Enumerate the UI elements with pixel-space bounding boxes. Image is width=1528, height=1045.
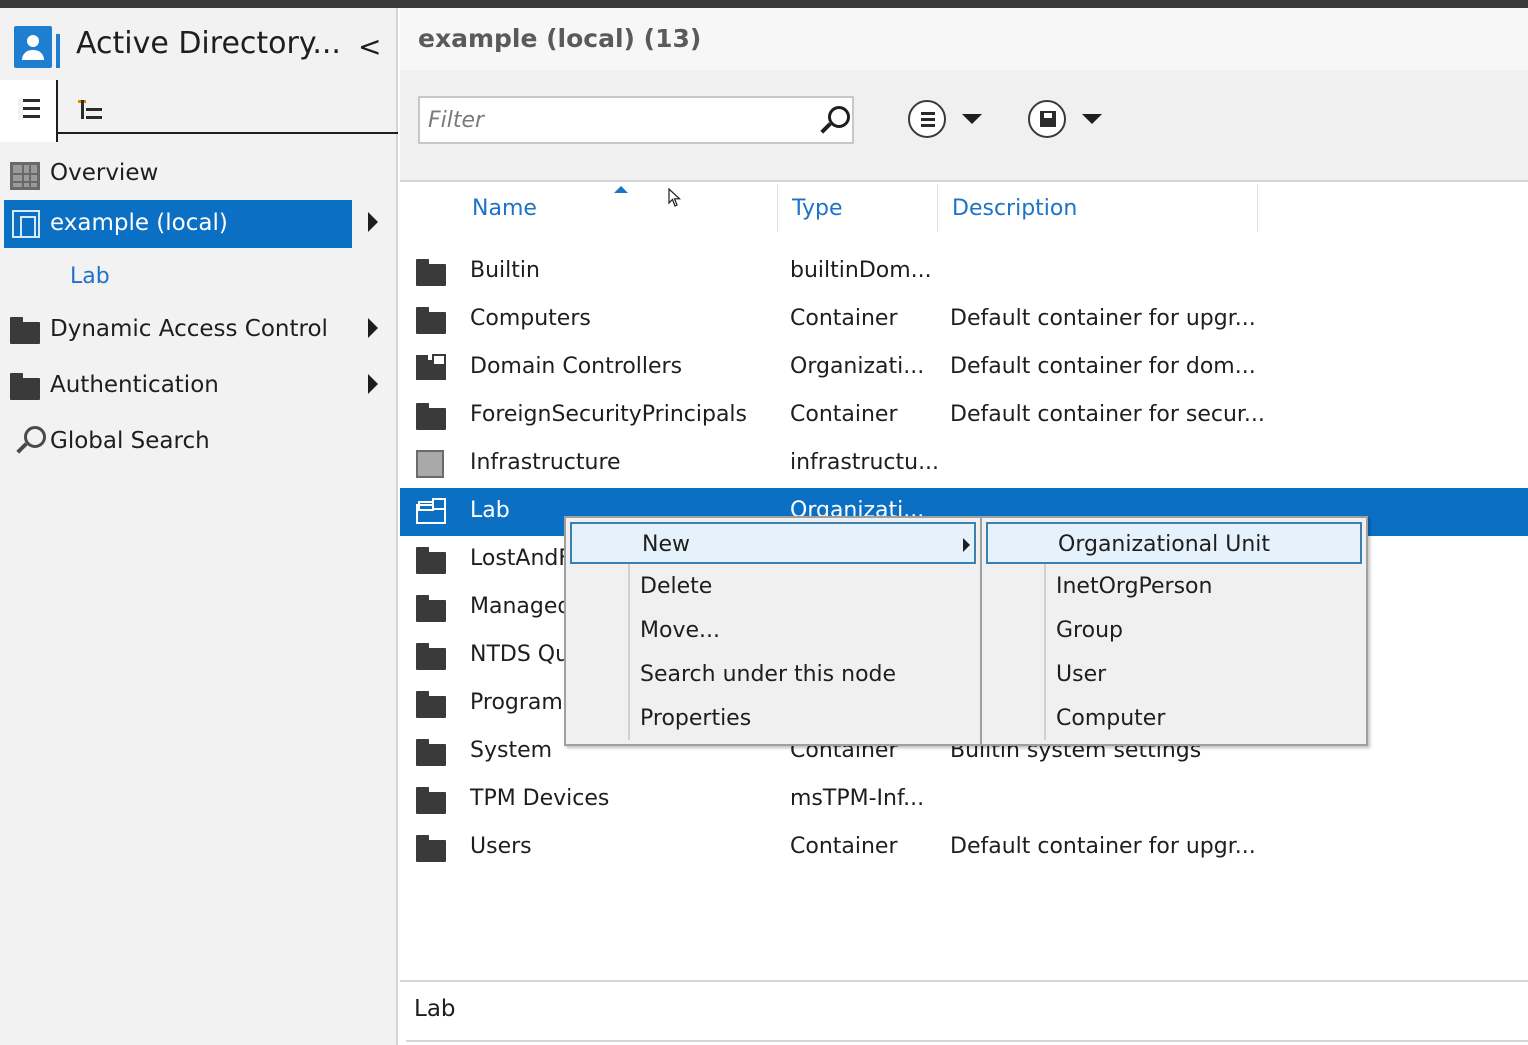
folder-icon [416, 739, 446, 766]
menu-item-move[interactable]: Move... [570, 610, 976, 652]
expand-arrow-icon[interactable] [368, 374, 378, 394]
column-headers: Name Type Description [400, 184, 1528, 240]
folder-icon [10, 373, 40, 400]
list-view-button[interactable] [0, 80, 58, 142]
collapse-nav-button[interactable]: < [358, 30, 381, 63]
save-query-button[interactable] [1028, 100, 1066, 138]
table-row[interactable]: Infrastructure infrastructu... [400, 440, 1528, 488]
new-submenu: Organizational Unit InetOrgPerson Group … [980, 516, 1368, 746]
list-view-icon [18, 98, 40, 120]
menu-item-search-under-node[interactable]: Search under this node [570, 654, 976, 696]
filter-input[interactable] [420, 98, 810, 142]
view-options-button[interactable] [908, 100, 946, 138]
folder-icon [10, 317, 40, 344]
mouse-cursor-icon [668, 188, 682, 208]
status-selected-item: Lab [414, 996, 456, 1022]
chevron-down-icon[interactable] [962, 114, 982, 124]
domain-icon [12, 210, 40, 238]
nav-item-label: example (local) [50, 210, 228, 236]
expand-arrow-icon[interactable] [368, 212, 378, 232]
ou-icon [416, 354, 446, 380]
nav-item-label: Authentication [50, 372, 219, 398]
save-icon [1040, 111, 1056, 127]
table-row[interactable]: Builtin builtinDom... [400, 248, 1528, 296]
navigation-pane: Active Directory... < Overview example (… [0, 8, 398, 1045]
nav-item-label: Global Search [50, 428, 210, 454]
chevron-down-icon[interactable] [1082, 114, 1102, 124]
window-top-border [0, 0, 1528, 8]
search-icon [14, 426, 46, 458]
nav-item-authentication[interactable]: Authentication [4, 362, 378, 410]
search-icon[interactable] [820, 106, 850, 134]
ou-icon [416, 498, 446, 524]
folder-icon [416, 643, 446, 670]
infrastructure-icon [416, 450, 444, 478]
content-header: example (local) (13) [400, 8, 1528, 70]
expand-arrow-icon[interactable] [368, 318, 378, 338]
folder-icon [416, 547, 446, 574]
overview-icon [10, 162, 40, 190]
submenu-item-group[interactable]: Group [986, 610, 1362, 652]
nav-view-toggle [0, 80, 398, 142]
submenu-arrow-icon [963, 538, 970, 552]
nav-item-lab[interactable]: Lab [70, 264, 110, 289]
nav-item-label: Dynamic Access Control [50, 316, 328, 342]
submenu-item-organizational-unit[interactable]: Organizational Unit [986, 522, 1362, 564]
status-bar: Lab [400, 980, 1528, 1045]
menu-item-properties[interactable]: Properties [570, 698, 976, 740]
folder-icon [416, 259, 446, 286]
folder-icon [416, 595, 446, 622]
table-row[interactable]: ForeignSecurityPrincipals Container Defa… [400, 392, 1528, 440]
submenu-item-computer[interactable]: Computer [986, 698, 1362, 740]
column-header-type[interactable]: Type [778, 184, 938, 232]
folder-icon [416, 835, 446, 862]
column-header-name[interactable]: Name [458, 184, 778, 232]
folder-icon [416, 691, 446, 718]
folder-icon [416, 787, 446, 814]
folder-icon [416, 403, 446, 430]
table-row[interactable]: Users Container Default container for up… [400, 824, 1528, 872]
nav-item-overview[interactable]: Overview [4, 150, 374, 198]
folder-icon [416, 307, 446, 334]
app-title: Active Directory... [76, 26, 341, 61]
nav-item-domain[interactable]: example (local) [4, 200, 378, 248]
toolbar [400, 70, 1528, 182]
nav-item-label: Overview [50, 160, 159, 186]
table-row[interactable]: TPM Devices msTPM-Inf... [400, 776, 1528, 824]
tree-view-button[interactable] [58, 80, 398, 134]
column-header-description[interactable]: Description [938, 184, 1258, 232]
menu-item-new[interactable]: New [570, 522, 976, 564]
filter-box [418, 96, 854, 144]
context-menu: New Delete Move... Search under this nod… [564, 516, 982, 746]
submenu-item-user[interactable]: User [986, 654, 1362, 696]
sort-ascending-icon [614, 186, 628, 193]
nav-item-global-search[interactable]: Global Search [4, 418, 374, 466]
table-row[interactable]: Computers Container Default container fo… [400, 296, 1528, 344]
horizontal-scrollbar[interactable] [406, 1040, 1528, 1045]
submenu-item-inetorgperson[interactable]: InetOrgPerson [986, 566, 1362, 608]
menu-item-delete[interactable]: Delete [570, 566, 976, 608]
table-row[interactable]: Domain Controllers Organizati... Default… [400, 344, 1528, 392]
nav-item-dynamic-access-control[interactable]: Dynamic Access Control [4, 306, 378, 354]
nav-header: Active Directory... < [0, 8, 398, 80]
active-directory-icon [14, 26, 60, 72]
tree-view-icon [78, 100, 102, 122]
content-title: example (local) (13) [418, 24, 702, 53]
